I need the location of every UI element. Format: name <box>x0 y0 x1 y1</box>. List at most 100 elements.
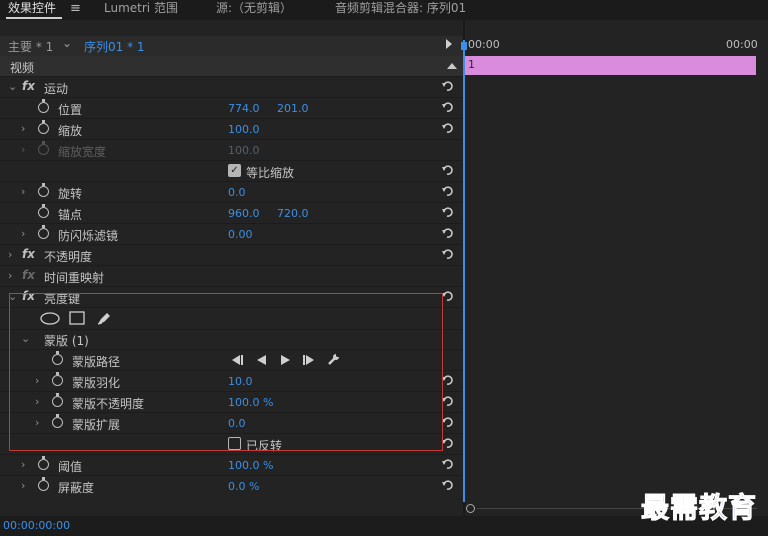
property-row-scale[interactable]: › 缩放 100.0 <box>0 119 463 140</box>
reset-icon[interactable] <box>441 206 454 219</box>
chevron-right-icon[interactable]: › <box>21 479 25 492</box>
threshold-value[interactable]: 100.0 % <box>228 459 273 472</box>
chevron-right-icon[interactable]: › <box>8 269 12 282</box>
track-forward-icon[interactable] <box>281 355 291 365</box>
track-backward-icon[interactable] <box>257 355 267 365</box>
property-row-mask-opacity[interactable]: › 蒙版不透明度 100.0 % <box>0 392 463 413</box>
stopwatch-icon[interactable] <box>38 120 49 134</box>
play-only-icon[interactable] <box>446 39 452 49</box>
reset-icon[interactable] <box>441 227 454 240</box>
reset-icon[interactable] <box>441 395 454 408</box>
reset-icon[interactable] <box>441 437 454 450</box>
position-y-value[interactable]: 201.0 <box>277 102 309 115</box>
chevron-right-icon[interactable]: › <box>21 227 25 240</box>
wrench-icon[interactable] <box>327 353 340 366</box>
tab-audio-clip-mixer[interactable]: 音频剪辑混合器: 序列01 <box>335 0 466 20</box>
chevron-right-icon[interactable]: › <box>35 395 39 408</box>
property-row-mask-path[interactable]: 蒙版路径 <box>0 350 463 371</box>
chevron-right-icon[interactable]: › <box>35 374 39 387</box>
anti-flicker-value[interactable]: 0.00 <box>228 228 253 241</box>
stopwatch-icon[interactable] <box>38 204 49 218</box>
scroll-handle[interactable] <box>466 504 475 513</box>
playhead-line[interactable] <box>463 40 465 502</box>
sequence-clip-label[interactable]: 序列01 * 1 <box>84 38 145 55</box>
inverted-checkbox[interactable] <box>228 437 241 450</box>
fx-badge-icon[interactable]: fx <box>22 79 35 93</box>
current-timecode[interactable]: 00:00:00:00 <box>3 519 70 532</box>
reset-icon[interactable] <box>441 101 454 114</box>
track-backward-one-icon[interactable] <box>232 355 244 365</box>
track-forward-one-icon[interactable] <box>303 355 315 365</box>
property-row-mask-feather[interactable]: › 蒙版羽化 10.0 <box>0 371 463 392</box>
cutoff-value[interactable]: 0.0 % <box>228 480 259 493</box>
chevron-down-icon[interactable]: ⌄ <box>8 290 17 303</box>
fx-badge-icon[interactable]: fx <box>22 289 35 303</box>
rotation-value[interactable]: 0.0 <box>228 186 246 199</box>
anchor-y-value[interactable]: 720.0 <box>277 207 309 220</box>
rectangle-mask-icon[interactable] <box>69 311 85 325</box>
property-row-position[interactable]: 位置 774.0 201.0 <box>0 98 463 119</box>
scroll-up-icon[interactable] <box>447 63 457 69</box>
property-row-inverted[interactable]: 已反转 <box>0 434 463 455</box>
property-row-anti-flicker[interactable]: › 防闪烁滤镜 0.00 <box>0 224 463 245</box>
anchor-x-value[interactable]: 960.0 <box>228 207 260 220</box>
property-row-cutoff[interactable]: › 屏蔽度 0.0 % <box>0 476 463 496</box>
reset-icon[interactable] <box>441 416 454 429</box>
chevron-down-icon[interactable]: ⌄ <box>21 332 30 345</box>
property-row-threshold[interactable]: › 阈值 100.0 % <box>0 455 463 476</box>
mask-group-row[interactable]: ⌄ 蒙版 (1) <box>0 329 463 350</box>
panel-menu-icon[interactable]: ≡ <box>70 1 81 17</box>
chevron-right-icon[interactable]: › <box>35 416 39 429</box>
reset-icon[interactable] <box>441 374 454 387</box>
chevron-right-icon[interactable]: › <box>8 248 12 261</box>
stopwatch-icon[interactable] <box>52 393 63 407</box>
reset-icon[interactable] <box>441 458 454 471</box>
effect-row-opacity[interactable]: › fx 不透明度 <box>0 245 463 266</box>
clip-bar[interactable]: 1 <box>465 56 756 75</box>
chevron-down-icon[interactable]: ⌄ <box>62 36 72 50</box>
stopwatch-icon[interactable] <box>38 456 49 470</box>
property-row-rotation[interactable]: › 旋转 0.0 <box>0 182 463 203</box>
mask-opacity-value[interactable]: 100.0 % <box>228 396 273 409</box>
effect-row-time-remap[interactable]: › fx 时间重映射 <box>0 266 463 287</box>
chevron-right-icon[interactable]: › <box>21 122 25 135</box>
chevron-right-icon[interactable]: › <box>21 458 25 471</box>
position-x-value[interactable]: 774.0 <box>228 102 260 115</box>
reset-icon[interactable] <box>441 479 454 492</box>
effect-row-motion[interactable]: ⌄ fx 运动 <box>0 77 463 98</box>
scale-value[interactable]: 100.0 <box>228 123 260 136</box>
property-row-uniform-scale[interactable]: ✓ 等比缩放 <box>0 161 463 182</box>
master-clip-label[interactable]: 主要 * 1 <box>8 38 53 55</box>
stopwatch-icon[interactable] <box>38 183 49 197</box>
ellipse-mask-icon[interactable] <box>40 312 60 325</box>
effect-row-luma-key[interactable]: ⌄ fx 亮度键 <box>0 287 463 308</box>
pen-tool-icon[interactable] <box>96 310 112 326</box>
stopwatch-icon[interactable] <box>38 99 49 113</box>
effect-timeline[interactable]: 00:00 00:00 1 <box>461 36 768 516</box>
chevron-right-icon[interactable]: › <box>21 185 25 198</box>
reset-icon[interactable] <box>441 164 454 177</box>
tab-lumetri-scopes[interactable]: Lumetri 范围 <box>104 0 178 20</box>
reset-icon[interactable] <box>441 80 454 93</box>
tab-source[interactable]: 源:（无剪辑） <box>216 0 292 20</box>
property-row-anchor[interactable]: 锚点 960.0 720.0 <box>0 203 463 224</box>
mask-expansion-value[interactable]: 0.0 <box>228 417 246 430</box>
reset-icon[interactable] <box>441 122 454 135</box>
mask-feather-value[interactable]: 10.0 <box>228 375 253 388</box>
time-ruler[interactable]: 00:00 00:00 <box>465 36 768 54</box>
chevron-down-icon[interactable]: ⌄ <box>8 80 17 93</box>
stopwatch-icon[interactable] <box>52 351 63 365</box>
fx-badge-icon[interactable]: fx <box>22 247 35 261</box>
reset-icon[interactable] <box>441 290 454 303</box>
uniform-scale-checkbox[interactable]: ✓ <box>228 164 241 177</box>
stopwatch-icon[interactable] <box>38 225 49 239</box>
stopwatch-icon[interactable] <box>52 372 63 386</box>
reset-icon[interactable] <box>441 248 454 261</box>
reset-icon[interactable] <box>441 185 454 198</box>
property-label: 蒙版扩展 <box>72 418 121 432</box>
stopwatch-icon[interactable] <box>38 477 49 491</box>
mask-name[interactable]: 蒙版 (1) <box>44 332 89 349</box>
stopwatch-icon[interactable] <box>52 414 63 428</box>
property-row-mask-expansion[interactable]: › 蒙版扩展 0.0 <box>0 413 463 434</box>
property-label: 缩放宽度 <box>58 145 107 159</box>
